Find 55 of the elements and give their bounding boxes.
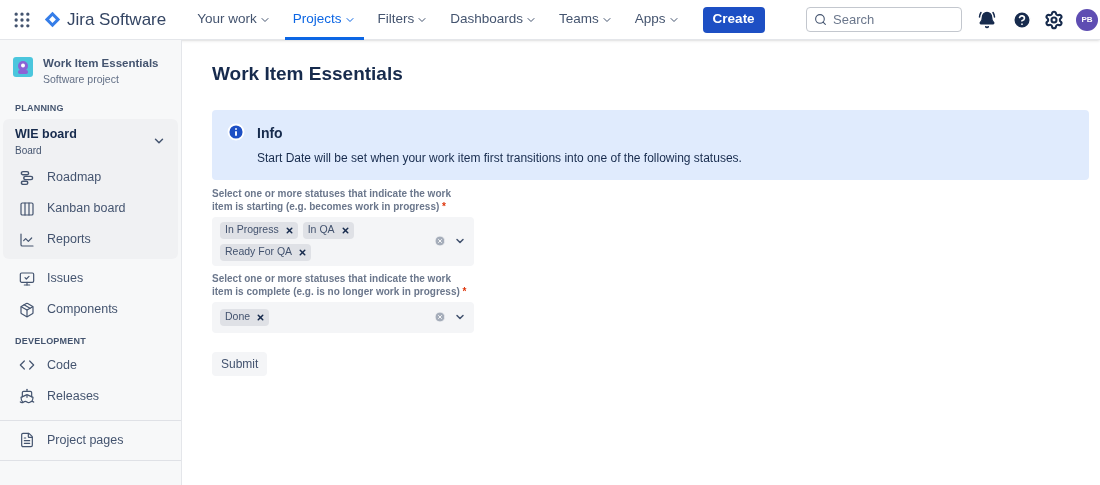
nav-tab[interactable]: Your work [189,0,279,40]
chart-icon [19,231,35,248]
sidebar-item[interactable]: Project pages [3,424,178,456]
remove-icon[interactable] [340,225,350,235]
info-text: Start Date will be set when your work item first transitions into one of the following statuses. [257,149,742,167]
info-title: Info [257,123,284,143]
sidebar-item[interactable]: Roadmap [3,162,178,194]
nav-tab[interactable]: Teams [551,0,621,40]
document-icon [19,432,35,449]
status-tag: In Progress [220,221,298,239]
project-type: Software project [43,72,120,88]
field-label: Select one or more statuses that indicate the work item is complete (e.g. is no longer work in progress) * [212,271,468,298]
monitor-check-icon [19,270,35,287]
status-select[interactable]: Done [212,301,474,333]
section-heading: DEVELOPMENT [14,335,87,349]
status-select[interactable]: In Progress In QA Ready For QA [212,216,474,266]
product-name[interactable]: Jira Software [67,6,167,33]
project-name[interactable]: Work Item Essentials [43,55,159,73]
board-type: Board [15,144,43,159]
roadmap-icon [19,169,35,186]
remove-icon[interactable] [298,247,308,257]
sidebar-item[interactable]: Kanban board [3,193,178,225]
diamond-logo-icon [44,11,61,28]
sidebar-item[interactable]: Issues [3,263,178,295]
sidebar-item[interactable]: Reports [3,224,178,256]
board-header[interactable]: WIE board Board [3,118,178,163]
create-button[interactable]: Create [702,6,765,33]
status-tag: Done [220,308,270,326]
box-icon [19,301,35,318]
sidebar-item[interactable]: Components [3,294,178,326]
help-icon[interactable] [1012,9,1032,30]
ship-icon [19,388,35,405]
project-avatar-icon [13,57,33,77]
remove-icon[interactable] [256,312,266,322]
nav-tab[interactable]: Apps [626,0,688,40]
notification-icon[interactable] [978,10,996,29]
search-field[interactable]: Search [806,7,962,32]
status-tag: In QA [302,221,354,239]
page-title: Work Item Essentials [212,62,404,86]
field-label: Select one or more statuses that indicate the work item is starting (e.g. becomes work in progress) * [212,186,452,213]
user-avatar[interactable]: PB [1076,8,1098,31]
search-icon [814,13,827,26]
sidebar-item[interactable]: Code [3,349,178,381]
status-tag: Ready For QA [220,243,312,261]
nav-tab[interactable]: Filters [369,0,437,40]
section-heading: PLANNING [14,102,65,115]
columns-icon [19,200,35,217]
nav-tab[interactable]: Dashboards [442,0,546,40]
sidebar-item[interactable]: Releases [3,380,178,412]
submit-button[interactable]: Submit [212,351,268,376]
info-icon [227,122,245,141]
board-name: WIE board [15,125,78,143]
nav-tab[interactable]: Projects [284,0,364,40]
settings-icon[interactable] [1044,9,1064,30]
remove-icon[interactable] [284,225,294,235]
